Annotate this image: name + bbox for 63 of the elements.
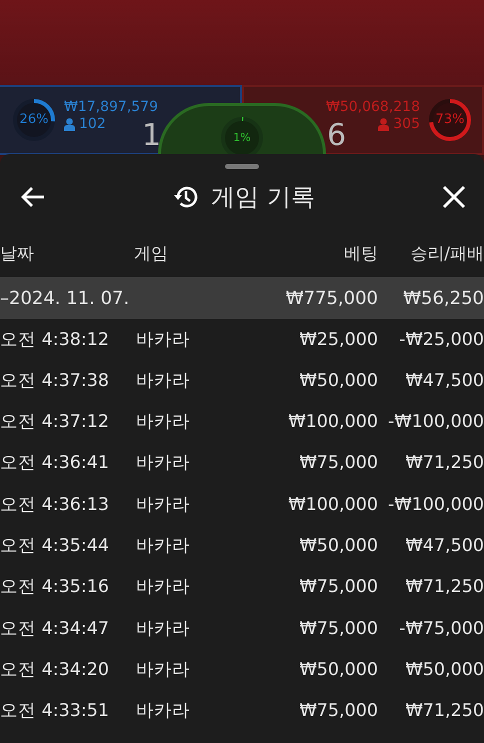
bet-cell: ₩100,000 <box>288 412 378 432</box>
total-bet: ₩775,000 <box>284 286 378 310</box>
player-count: 102 <box>79 116 106 133</box>
time-cell: 오전 4:36:13 <box>0 494 110 515</box>
time-cell: 오전 4:34:20 <box>0 660 110 680</box>
time-cell: 오전 4:34:47 <box>0 618 110 639</box>
date-label: –2024. 11. 07. <box>0 286 130 310</box>
total-result: ₩56,250 <box>402 286 484 310</box>
game-cell: 바카라 <box>136 701 190 722</box>
drag-handle[interactable] <box>225 164 259 169</box>
game-cell: 바카라 <box>136 412 190 432</box>
column-header[interactable]: 베팅 <box>344 244 378 264</box>
close-button[interactable] <box>442 185 466 209</box>
percent-label: 73% <box>436 111 464 130</box>
bet-cell: ₩50,000 <box>299 370 378 391</box>
column-header[interactable]: 승리/패배 <box>410 244 484 264</box>
result-cell: -₩100,000 <box>388 494 484 515</box>
game-cell: 바카라 <box>136 453 190 474</box>
sheet-title: 게임 기록 <box>211 182 315 213</box>
column-header[interactable]: 날짜 <box>0 244 34 264</box>
bet-cell: ₩75,000 <box>299 701 378 722</box>
game-cell: 바카라 <box>136 370 190 391</box>
result-cell: -₩75,000 <box>399 618 484 639</box>
time-cell: 오전 4:38:12 <box>0 330 110 350</box>
time-cell: 오전 4:37:12 <box>0 412 110 432</box>
result-cell: -₩25,000 <box>399 330 484 350</box>
game-cell: 바카라 <box>136 618 190 639</box>
back-button[interactable] <box>20 186 46 208</box>
result-cell: ₩50,000 <box>405 660 484 680</box>
time-cell: 오전 4:35:16 <box>0 577 110 598</box>
history-icon <box>173 184 200 210</box>
bet-cell: ₩75,000 <box>299 577 378 598</box>
percent-label: 1% <box>233 130 251 146</box>
bet-cell: ₩50,000 <box>299 536 378 556</box>
score-number: 6 <box>327 119 346 153</box>
bet-cell: ₩100,000 <box>288 494 378 515</box>
bet-cell: ₩25,000 <box>299 330 378 350</box>
game-cell: 바카라 <box>136 330 190 350</box>
score-number: 1 <box>142 119 162 153</box>
result-cell: ₩71,250 <box>405 701 484 722</box>
game-cell: 바카라 <box>136 536 190 556</box>
person-icon <box>64 118 75 131</box>
result-cell: ₩71,250 <box>405 453 484 474</box>
game-cell: 바카라 <box>136 494 190 515</box>
result-cell: ₩47,500 <box>405 536 484 556</box>
game-cell: 바카라 <box>136 577 190 598</box>
column-header[interactable]: 게임 <box>134 244 168 264</box>
time-cell: 오전 4:33:51 <box>0 701 110 722</box>
time-cell: 오전 4:35:44 <box>0 536 110 556</box>
bet-amount: ₩50,068,218 <box>326 99 420 116</box>
bet-cell: ₩50,000 <box>299 660 378 680</box>
bet-amount: ₩17,897,579 <box>64 99 158 116</box>
result-cell: ₩71,250 <box>405 577 484 598</box>
player-count: 305 <box>393 116 420 133</box>
person-icon <box>378 118 390 131</box>
result-cell: -₩100,000 <box>388 412 484 432</box>
time-cell: 오전 4:36:41 <box>0 453 110 474</box>
bet-cell: ₩75,000 <box>299 618 378 639</box>
result-cell: ₩47,500 <box>405 370 484 391</box>
time-cell: 오전 4:37:38 <box>0 370 110 391</box>
percent-label: 26% <box>20 111 48 130</box>
game-cell: 바카라 <box>136 660 190 680</box>
bet-cell: ₩75,000 <box>299 453 378 474</box>
